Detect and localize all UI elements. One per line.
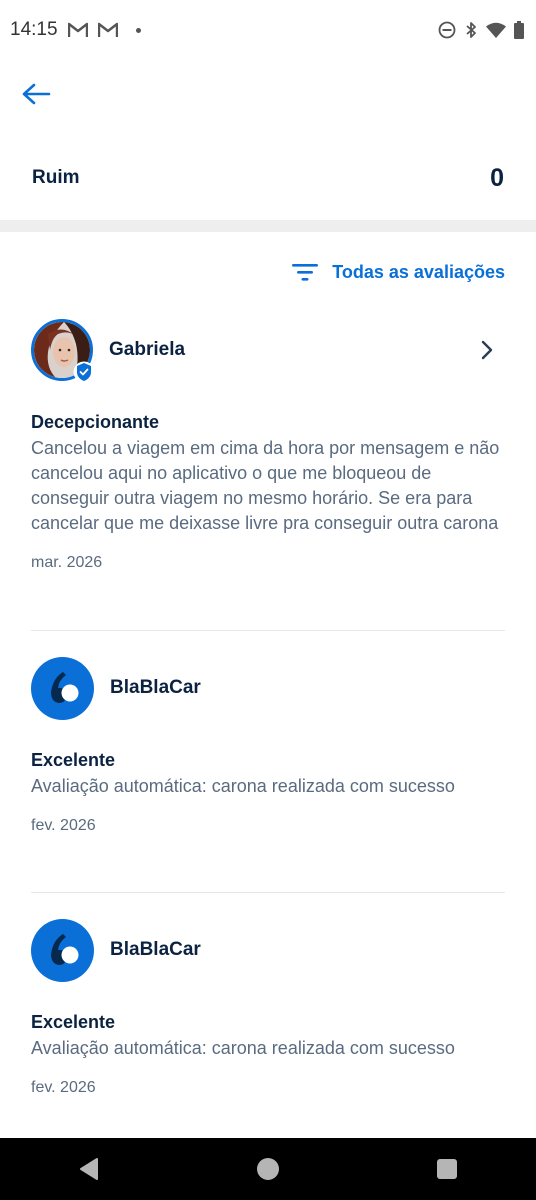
review-divider	[31, 892, 505, 893]
reviewer-name: BlaBlaCar	[110, 939, 201, 960]
filter-button[interactable]: Todas as avaliações	[292, 256, 505, 288]
status-left: 14:15	[10, 19, 141, 41]
reviewer-name: BlaBlaCar	[110, 677, 201, 698]
status-bar: 14:15	[0, 0, 536, 60]
dot-icon	[135, 27, 141, 33]
back-button[interactable]	[20, 78, 52, 110]
gmail-icon	[97, 22, 118, 37]
review-date: fev. 2026	[31, 1079, 96, 1096]
review-title: Excelente	[31, 1012, 116, 1032]
wifi-icon	[486, 22, 506, 38]
review-item: BlaBlaCar Excelente Avaliação automática…	[31, 656, 505, 835]
review-text: Avaliação automática: carona realizada c…	[31, 776, 455, 796]
review-date: mar. 2026	[31, 554, 103, 571]
triangle-back-icon	[80, 1158, 99, 1180]
system-nav-bar	[0, 1138, 536, 1200]
section-divider	[0, 220, 536, 232]
review-item: BlaBlaCar Excelente Avaliação automática…	[31, 918, 505, 1097]
status-right	[438, 21, 524, 39]
do-not-disturb-icon	[438, 21, 456, 39]
blablacar-logo-icon	[31, 918, 94, 982]
blablacar-logo-icon	[31, 656, 94, 720]
recents-nav-button[interactable]	[427, 1149, 467, 1189]
gmail-icon	[67, 22, 88, 37]
circle-home-icon	[256, 1158, 279, 1180]
filter-icon	[292, 264, 319, 281]
square-recents-icon	[436, 1159, 457, 1179]
chevron-right-icon[interactable]	[475, 338, 499, 362]
reviewer-header: BlaBlaCar	[31, 656, 505, 720]
review-text: Avaliação automática: carona realizada c…	[31, 1038, 455, 1058]
filter-label: Todas as avaliações	[332, 261, 505, 282]
review-text: Cancelou a viagem em cima da hora por me…	[31, 438, 500, 533]
battery-icon	[514, 21, 524, 39]
status-time: 14:15	[10, 19, 58, 40]
review-divider	[31, 630, 505, 631]
review-title: Excelente	[31, 750, 116, 770]
review-item: Gabriela Decepcionante Cancelou a viagem…	[31, 318, 505, 572]
bluetooth-icon	[466, 22, 476, 38]
avatar[interactable]	[31, 319, 95, 383]
rating-summary-row[interactable]: Ruim 0	[0, 155, 536, 201]
arrow-left-icon	[22, 83, 51, 105]
review-date: fev. 2026	[31, 817, 96, 834]
rating-count: 0	[490, 163, 504, 192]
reviewer-header: BlaBlaCar	[31, 918, 505, 982]
reviewer-header[interactable]: Gabriela	[31, 318, 505, 383]
reviewer-name: Gabriela	[109, 339, 186, 360]
home-nav-button[interactable]	[248, 1149, 288, 1189]
review-title: Decepcionante	[31, 412, 160, 432]
back-nav-button[interactable]	[69, 1149, 109, 1189]
verified-badge-icon	[73, 361, 95, 383]
rating-label: Ruim	[32, 167, 80, 188]
